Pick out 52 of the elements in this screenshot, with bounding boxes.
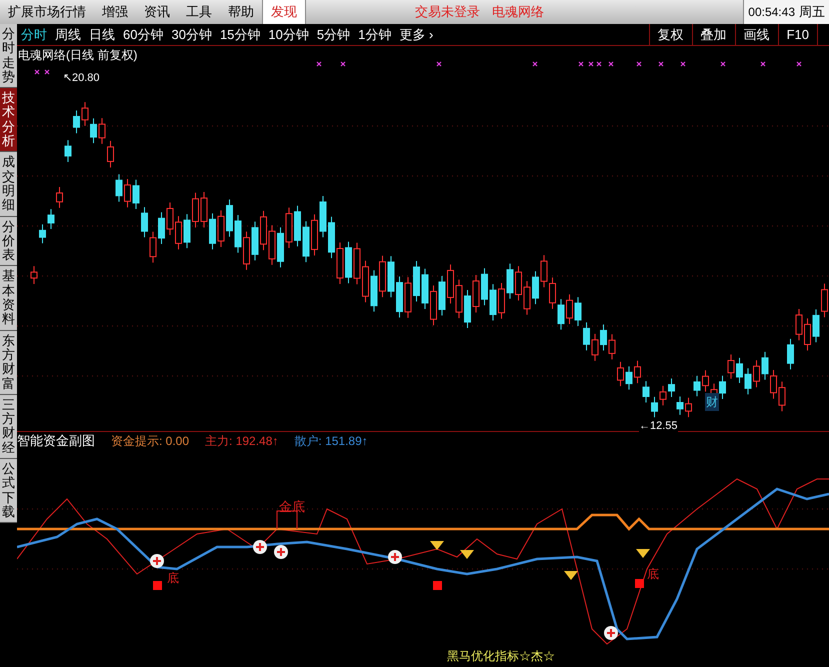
period-tab[interactable]: 5分钟: [316, 24, 350, 44]
signal-bracket: [276, 510, 298, 530]
signal-label: 底: [647, 566, 659, 583]
period-tab[interactable]: 周线: [55, 24, 81, 44]
menu-item[interactable]: 工具: [178, 0, 220, 24]
status-text: 交易未登录: [415, 3, 480, 22]
period-tab[interactable]: 15分钟: [220, 24, 260, 44]
low-price-label: ←12.55: [639, 418, 678, 434]
toolbar-button[interactable]: 画线: [734, 24, 778, 45]
period-tab[interactable]: 日线: [89, 24, 115, 44]
indicator-footer: 黑马优化指标☆杰☆: [447, 647, 555, 665]
clock-time: 00:54:43: [748, 4, 795, 21]
plus-icon: [150, 554, 164, 568]
plus-icon: [274, 545, 288, 559]
indicator-reading: 资金提示: 0.00: [111, 432, 190, 450]
menu-item[interactable]: 增强: [94, 0, 136, 24]
plus-icon: [388, 550, 402, 564]
signal-label: 底: [167, 570, 179, 587]
menu-item[interactable]: 帮助: [220, 0, 262, 24]
period-tab[interactable]: 更多 ›: [399, 24, 434, 44]
menu-item[interactable]: 发现: [262, 0, 306, 24]
news-marker: 财: [705, 393, 719, 411]
side-tab[interactable]: 成交明细: [0, 152, 17, 217]
square-marker: [635, 579, 644, 588]
side-tab[interactable]: 技术分析: [0, 88, 17, 152]
side-tab[interactable]: 分时走势: [0, 24, 17, 88]
period-tab[interactable]: 1分钟: [358, 24, 392, 44]
side-tab[interactable]: 分价表: [0, 216, 17, 266]
square-marker: [433, 581, 442, 590]
plus-icon: [604, 626, 618, 640]
status-text: 电魂网络: [492, 3, 544, 22]
high-price-label: ↖20.80: [63, 71, 100, 86]
indicator-title: 智能资金副图: [17, 432, 95, 450]
side-tab[interactable]: 东方财富: [0, 330, 17, 395]
toolbar-button[interactable]: F10: [778, 24, 817, 45]
indicator-reading: 散户: 151.89↑: [294, 432, 368, 450]
period-tab[interactable]: 30分钟: [171, 24, 212, 44]
toolbar-button[interactable]: 复权: [648, 24, 692, 45]
weekday-text: 周五: [799, 3, 825, 22]
side-tab[interactable]: 公式下载: [0, 459, 17, 524]
chart-title: 电魂网络(日线 前复权): [18, 47, 138, 64]
period-tab[interactable]: 分时: [21, 24, 47, 44]
square-marker: [153, 581, 162, 590]
toolbar-button[interactable]: 叠加: [692, 24, 735, 45]
period-tab[interactable]: 10分钟: [268, 24, 309, 44]
period-tab[interactable]: 60分钟: [123, 24, 164, 44]
indicator-reading: 主力: 192.48↑: [205, 432, 278, 450]
menu-item[interactable]: 扩展市场行情: [0, 0, 94, 24]
plus-icon: [253, 540, 267, 554]
side-tab[interactable]: 基本资料: [0, 266, 17, 331]
menu-item[interactable]: 资讯: [136, 0, 178, 24]
side-tab[interactable]: 三方财经: [0, 394, 17, 460]
